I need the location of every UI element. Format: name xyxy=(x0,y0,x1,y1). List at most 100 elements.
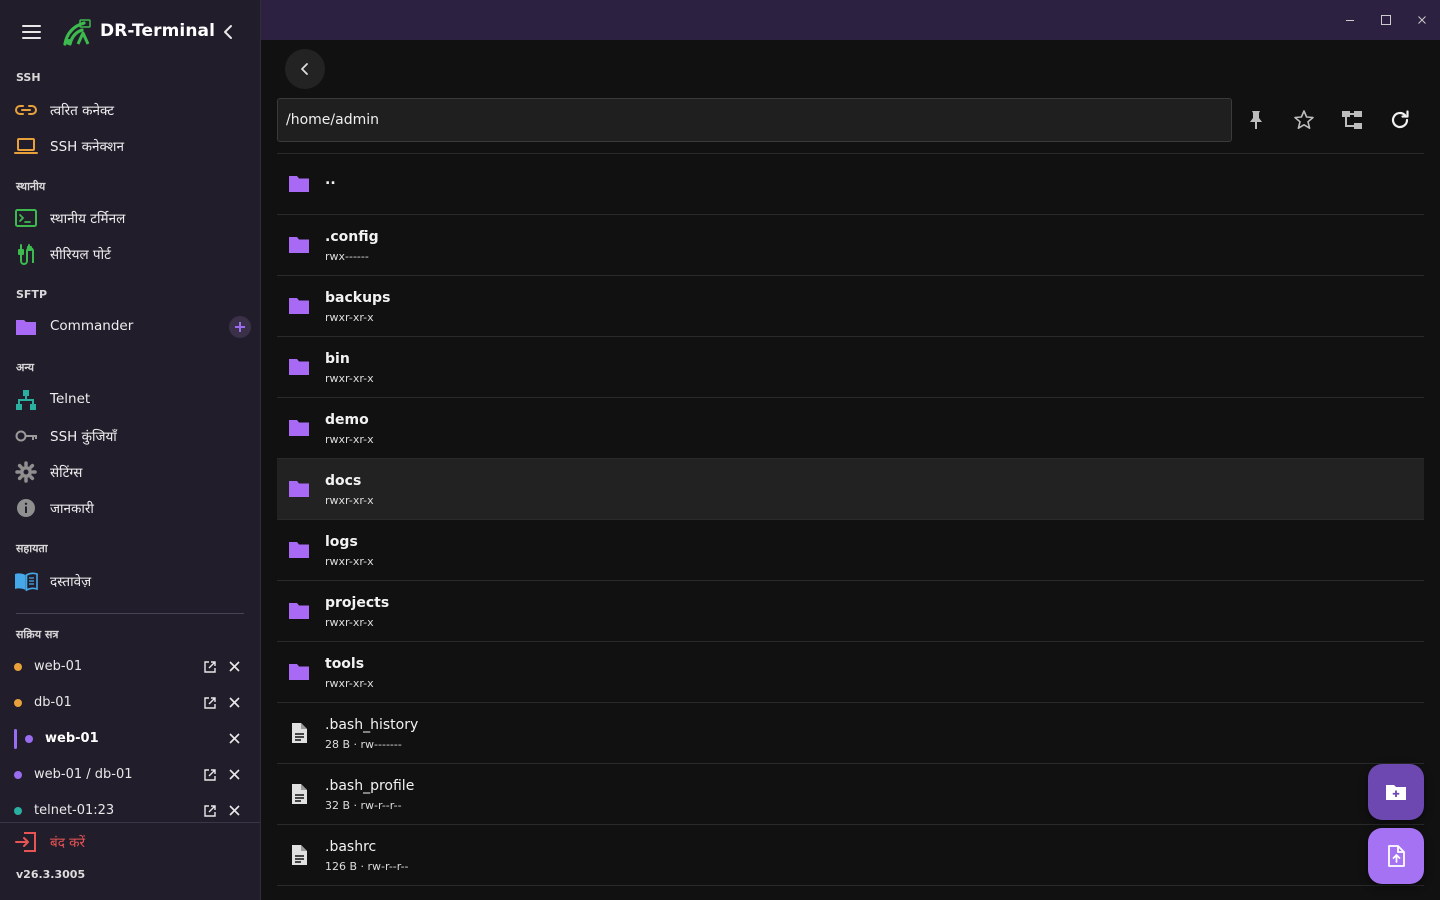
folder-icon xyxy=(289,298,309,314)
sidebar-item-ssh-connections[interactable]: SSH कनेक्शन xyxy=(0,128,260,164)
path-input[interactable] xyxy=(277,98,1232,142)
file-meta: rwxr-xr-x xyxy=(325,494,374,507)
sidebar-item-settings[interactable]: सेटिंग्स xyxy=(0,454,260,490)
file-row[interactable]: demo rwxr-xr-x xyxy=(277,398,1424,459)
sidebar-item-label: दस्तावेज़ xyxy=(50,574,92,590)
folder-icon xyxy=(16,320,36,335)
file-row[interactable]: .bash_history 28 B · rw------- xyxy=(277,703,1424,764)
session-status-dot xyxy=(25,735,33,743)
minimize-icon[interactable] xyxy=(1342,12,1358,28)
section-sftp: SFTP xyxy=(16,288,48,301)
file-meta: 126 B · rw-r--r-- xyxy=(325,860,409,873)
file-row[interactable]: bin rwxr-xr-x xyxy=(277,337,1424,398)
file-name: projects xyxy=(325,595,390,611)
file-meta: rwxr-xr-x xyxy=(325,616,374,629)
file-meta: rwxr-xr-x xyxy=(325,433,374,446)
file-row[interactable]: .config rwx------ xyxy=(277,215,1424,276)
file-row-parent[interactable]: .. xyxy=(277,154,1424,215)
folder-icon xyxy=(289,420,309,436)
file-icon xyxy=(292,723,307,743)
folder-icon xyxy=(289,664,309,680)
session-status-dot xyxy=(14,771,22,779)
file-icon xyxy=(292,784,307,804)
quit-button[interactable]: बंद करें xyxy=(0,828,260,856)
new-folder-button[interactable] xyxy=(1368,764,1424,820)
sidebar-item-label: सीरियल पोर्ट xyxy=(50,247,111,263)
sidebar-item-label: Telnet xyxy=(50,391,91,407)
sidebar-divider xyxy=(16,613,244,614)
add-commander-button[interactable] xyxy=(229,316,251,338)
file-name: .bashrc xyxy=(325,839,377,855)
file-meta: 32 B · rw-r--r-- xyxy=(325,799,402,812)
session-item[interactable]: db-01 xyxy=(0,688,260,718)
close-icon[interactable] xyxy=(228,804,241,817)
open-external-icon[interactable] xyxy=(203,804,217,818)
sidebar-divider xyxy=(0,822,260,823)
file-meta: rwxr-xr-x xyxy=(325,555,374,568)
session-label: db-01 xyxy=(34,695,72,710)
sidebar-item-quick-connect[interactable]: त्वरित कनेक्ट xyxy=(0,92,260,128)
sidebar-item-serial-port[interactable]: सीरियल पोर्ट xyxy=(0,236,260,272)
file-row[interactable]: .bashrc 126 B · rw-r--r-- xyxy=(277,825,1424,886)
file-row-selected[interactable]: docs rwxr-xr-x xyxy=(277,459,1424,520)
sidebar-header: DR-Terminal xyxy=(0,0,260,64)
star-icon[interactable] xyxy=(1292,108,1316,132)
session-item[interactable]: web-01 xyxy=(0,652,260,682)
app-version: v26.3.3005 xyxy=(16,868,86,881)
close-icon[interactable] xyxy=(228,696,241,709)
file-row[interactable]: logs rwxr-xr-x xyxy=(277,520,1424,581)
session-label: web-01 xyxy=(34,659,83,674)
file-name: .bash_profile xyxy=(325,778,415,794)
file-name: .. xyxy=(325,172,336,188)
folder-icon xyxy=(289,481,309,497)
file-name: backups xyxy=(325,290,391,306)
sidebar-item-local-terminal[interactable]: स्थानीय टर्मिनल xyxy=(0,200,260,236)
sidebar-item-label: Commander xyxy=(50,318,134,334)
refresh-icon[interactable] xyxy=(1388,108,1412,132)
chevron-left-icon xyxy=(301,63,308,75)
file-name: demo xyxy=(325,412,369,428)
file-icon xyxy=(292,845,307,865)
file-row[interactable]: .bash_profile 32 B · rw-r--r-- xyxy=(277,764,1424,825)
quit-label: बंद करें xyxy=(50,835,86,851)
session-item[interactable]: web-01 / db-01 xyxy=(0,760,260,790)
folder-icon xyxy=(289,542,309,558)
back-button[interactable] xyxy=(285,49,325,89)
open-external-icon[interactable] xyxy=(203,660,217,674)
open-external-icon[interactable] xyxy=(203,696,217,710)
file-name: .config xyxy=(325,229,379,245)
upload-file-button[interactable] xyxy=(1368,828,1424,884)
file-name: logs xyxy=(325,534,358,550)
sidebar-item-about[interactable]: जानकारी xyxy=(0,490,260,526)
sidebar-item-telnet[interactable]: Telnet xyxy=(0,382,260,418)
pin-icon[interactable] xyxy=(1244,108,1268,132)
section-sessions: सक्रिय सत्र xyxy=(16,628,59,641)
file-row[interactable]: projects rwxr-xr-x xyxy=(277,581,1424,642)
file-row[interactable]: backups rwxr-xr-x xyxy=(277,276,1424,337)
maximize-icon[interactable] xyxy=(1378,12,1394,28)
file-row[interactable]: tools rwxr-xr-x xyxy=(277,642,1424,703)
session-label: web-01 / db-01 xyxy=(34,767,133,782)
sidebar-item-ssh-keys[interactable]: SSH कुंजियाँ xyxy=(0,418,260,454)
menu-icon[interactable] xyxy=(22,24,41,40)
gear-icon xyxy=(15,461,37,483)
window-close-icon[interactable] xyxy=(1414,12,1430,28)
active-indicator xyxy=(14,729,17,749)
file-upload-icon xyxy=(1388,845,1405,867)
close-icon[interactable] xyxy=(228,768,241,781)
sidebar-item-docs[interactable]: दस्तावेज़ xyxy=(0,563,260,599)
file-name: bin xyxy=(325,351,350,367)
terminal-icon xyxy=(15,209,37,227)
tree-view-icon[interactable] xyxy=(1340,108,1364,132)
session-item-active[interactable]: web-01 xyxy=(0,724,260,754)
sidebar-item-commander[interactable]: Commander xyxy=(0,309,260,345)
file-meta: rwxr-xr-x xyxy=(325,677,374,690)
file-meta: rwx------ xyxy=(325,250,369,263)
close-icon[interactable] xyxy=(228,732,241,745)
close-icon[interactable] xyxy=(228,660,241,673)
sidebar-item-label: SSH कुंजियाँ xyxy=(50,429,117,445)
folder-icon xyxy=(289,237,309,253)
serial-port-icon xyxy=(18,244,34,265)
collapse-sidebar-icon[interactable] xyxy=(218,22,238,42)
open-external-icon[interactable] xyxy=(203,768,217,782)
